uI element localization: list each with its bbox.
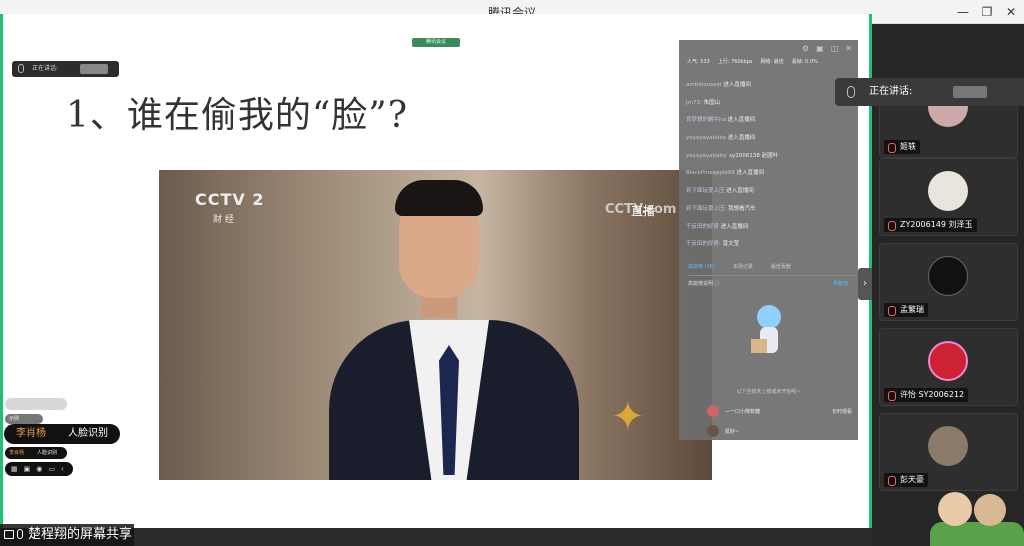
chat-tabs: 高能榜 (36) 本场记录 最佳贡献	[688, 263, 791, 270]
chat-message: 到下面玩耍上压 进入直播间	[686, 188, 754, 195]
close-icon[interactable]: ✕	[845, 44, 852, 53]
face-recognition-tag-small: 李肖杨 人脸识别	[5, 447, 67, 459]
list-item[interactable]: 挺好~	[693, 424, 852, 438]
mascot-illustration	[751, 305, 787, 357]
window-icon[interactable]: ▭	[48, 465, 55, 473]
contribution-header: 贡献值	[832, 281, 848, 287]
avatar	[928, 341, 968, 381]
blurred-pill	[5, 398, 67, 410]
close-button[interactable]: ✕	[1002, 3, 1020, 21]
chat-message: yoyoyayababy: sy2006138 赵國叶	[686, 152, 779, 159]
loss-stat: 丢帧: 0.0%	[791, 59, 818, 65]
mic-icon	[18, 64, 24, 73]
participant-tile[interactable]: ZY2006149 刘泽玉	[879, 158, 1018, 236]
chat-message: 千反田的好奇 进入直播间	[686, 223, 749, 230]
small-pill: 示例	[5, 414, 43, 424]
grid-icon[interactable]: ▦	[11, 465, 18, 473]
mic-icon	[847, 86, 855, 98]
restore-button[interactable]: ❐	[978, 3, 996, 21]
slide-title: 1、谁在偷我的“脸”?	[66, 95, 409, 136]
face-recognition-tag: 李肖杨 人脸识别	[4, 424, 120, 444]
leaderboard-info[interactable]: 高能榜说明 ⓘ	[688, 280, 720, 287]
live-badge: 直播	[631, 204, 656, 218]
chat-message: 到下面玩耍上压: 我想看汽车	[686, 205, 756, 212]
list-item[interactable]: —一口小熊软糖 长时观看	[693, 404, 852, 418]
screenshot-icon[interactable]: ▣	[24, 465, 31, 473]
chevron-left-icon[interactable]: ‹	[61, 465, 64, 473]
channel-logo: CCTV 2	[195, 190, 265, 209]
avatar	[707, 405, 719, 417]
record-icon[interactable]: ◉	[36, 465, 42, 473]
recognized-name: 李肖杨	[16, 428, 46, 439]
participant-name: 许怡 SY2006212	[884, 388, 969, 402]
sticker-decoration	[930, 478, 1024, 546]
chat-message: 千反田的好奇: 曾文莹	[686, 241, 740, 248]
speaking-indicator: 正在讲话:	[12, 61, 119, 77]
settings-icon[interactable]: ⚙	[802, 44, 809, 53]
chat-message: yoyoyayababy 进入直播间	[686, 135, 756, 142]
live-chat-panel: ⚙ ▣ ◫ ✕ 人气: 533 上行: 760kbps 网络: 最佳 丢帧: 0…	[679, 40, 858, 440]
trophy-icon: ✦	[611, 394, 645, 440]
chat-toolbar: ⚙ ▣ ◫ ✕	[802, 44, 852, 53]
floating-toolbar: ▦ ▣ ◉ ▭ ‹	[5, 462, 73, 476]
participant-name: ZY2006149 刘泽玉	[884, 218, 977, 232]
tab-records[interactable]: 本场记录	[733, 263, 753, 270]
share-tag[interactable]: 腾讯会议	[412, 38, 460, 47]
minimize-button[interactable]: —	[954, 3, 972, 21]
tab-divider	[687, 275, 854, 276]
stream-stats: 人气: 533 上行: 760kbps 网络: 最佳 丢帧: 0.0%	[687, 58, 852, 65]
avatar	[928, 171, 968, 211]
share-icon[interactable]: ◫	[831, 44, 839, 53]
chat-messages: ambitiousest 进入直播间 Jm73: 朱国山 肯梦想的蜗牛ha 进入…	[686, 80, 854, 257]
screen-share-label: 楚程翔的屏幕共享	[0, 524, 134, 546]
mic-icon	[17, 529, 23, 539]
speaker-name-blurred	[953, 86, 987, 98]
participant-tile[interactable]: 许怡 SY2006212	[879, 328, 1018, 406]
collapse-sidebar-button[interactable]: ›	[858, 268, 872, 300]
participant-name: 姬轶	[884, 140, 920, 154]
tab-leaderboard[interactable]: 高能榜 (36)	[688, 263, 715, 270]
presenter-hair	[395, 180, 483, 216]
chat-message: BlackPineapple99 进入直播间	[686, 170, 765, 177]
speaking-indicator-right: 正在讲话:	[835, 78, 1024, 106]
avatar	[928, 256, 968, 296]
speaker-name-blurred	[80, 64, 108, 74]
popularity-stat: 人气: 533	[687, 59, 710, 65]
video-frame: CCTV 2 财 经 CCTV.com 直播 ✦	[159, 170, 712, 480]
chat-message: ambitiousest 进入直播间	[686, 82, 751, 88]
network-stat: 网络: 最佳	[760, 59, 784, 65]
participant-name: 彭天豪	[884, 473, 928, 487]
avatar	[707, 425, 719, 437]
empty-leaderboard-text: 以下当前未上榜或未开始呢~	[736, 389, 801, 395]
upload-stat: 上行: 760kbps	[717, 59, 753, 65]
screen-icon	[4, 530, 14, 539]
avatar	[928, 426, 968, 466]
speaking-label: 正在讲话:	[32, 65, 59, 72]
participant-tile[interactable]: 孟繁瑞	[879, 243, 1018, 321]
channel-logo-sub: 财 经	[213, 215, 234, 225]
feature-label: 人脸识别	[68, 428, 108, 439]
chat-message: Jm73: 朱国山	[686, 99, 721, 106]
lock-icon[interactable]: ▣	[816, 44, 824, 53]
tab-contributions[interactable]: 最佳贡献	[771, 263, 791, 270]
participant-name: 孟繁瑞	[884, 303, 928, 317]
chat-message: 肯梦想的蜗牛ha 进入直播间	[686, 117, 756, 124]
